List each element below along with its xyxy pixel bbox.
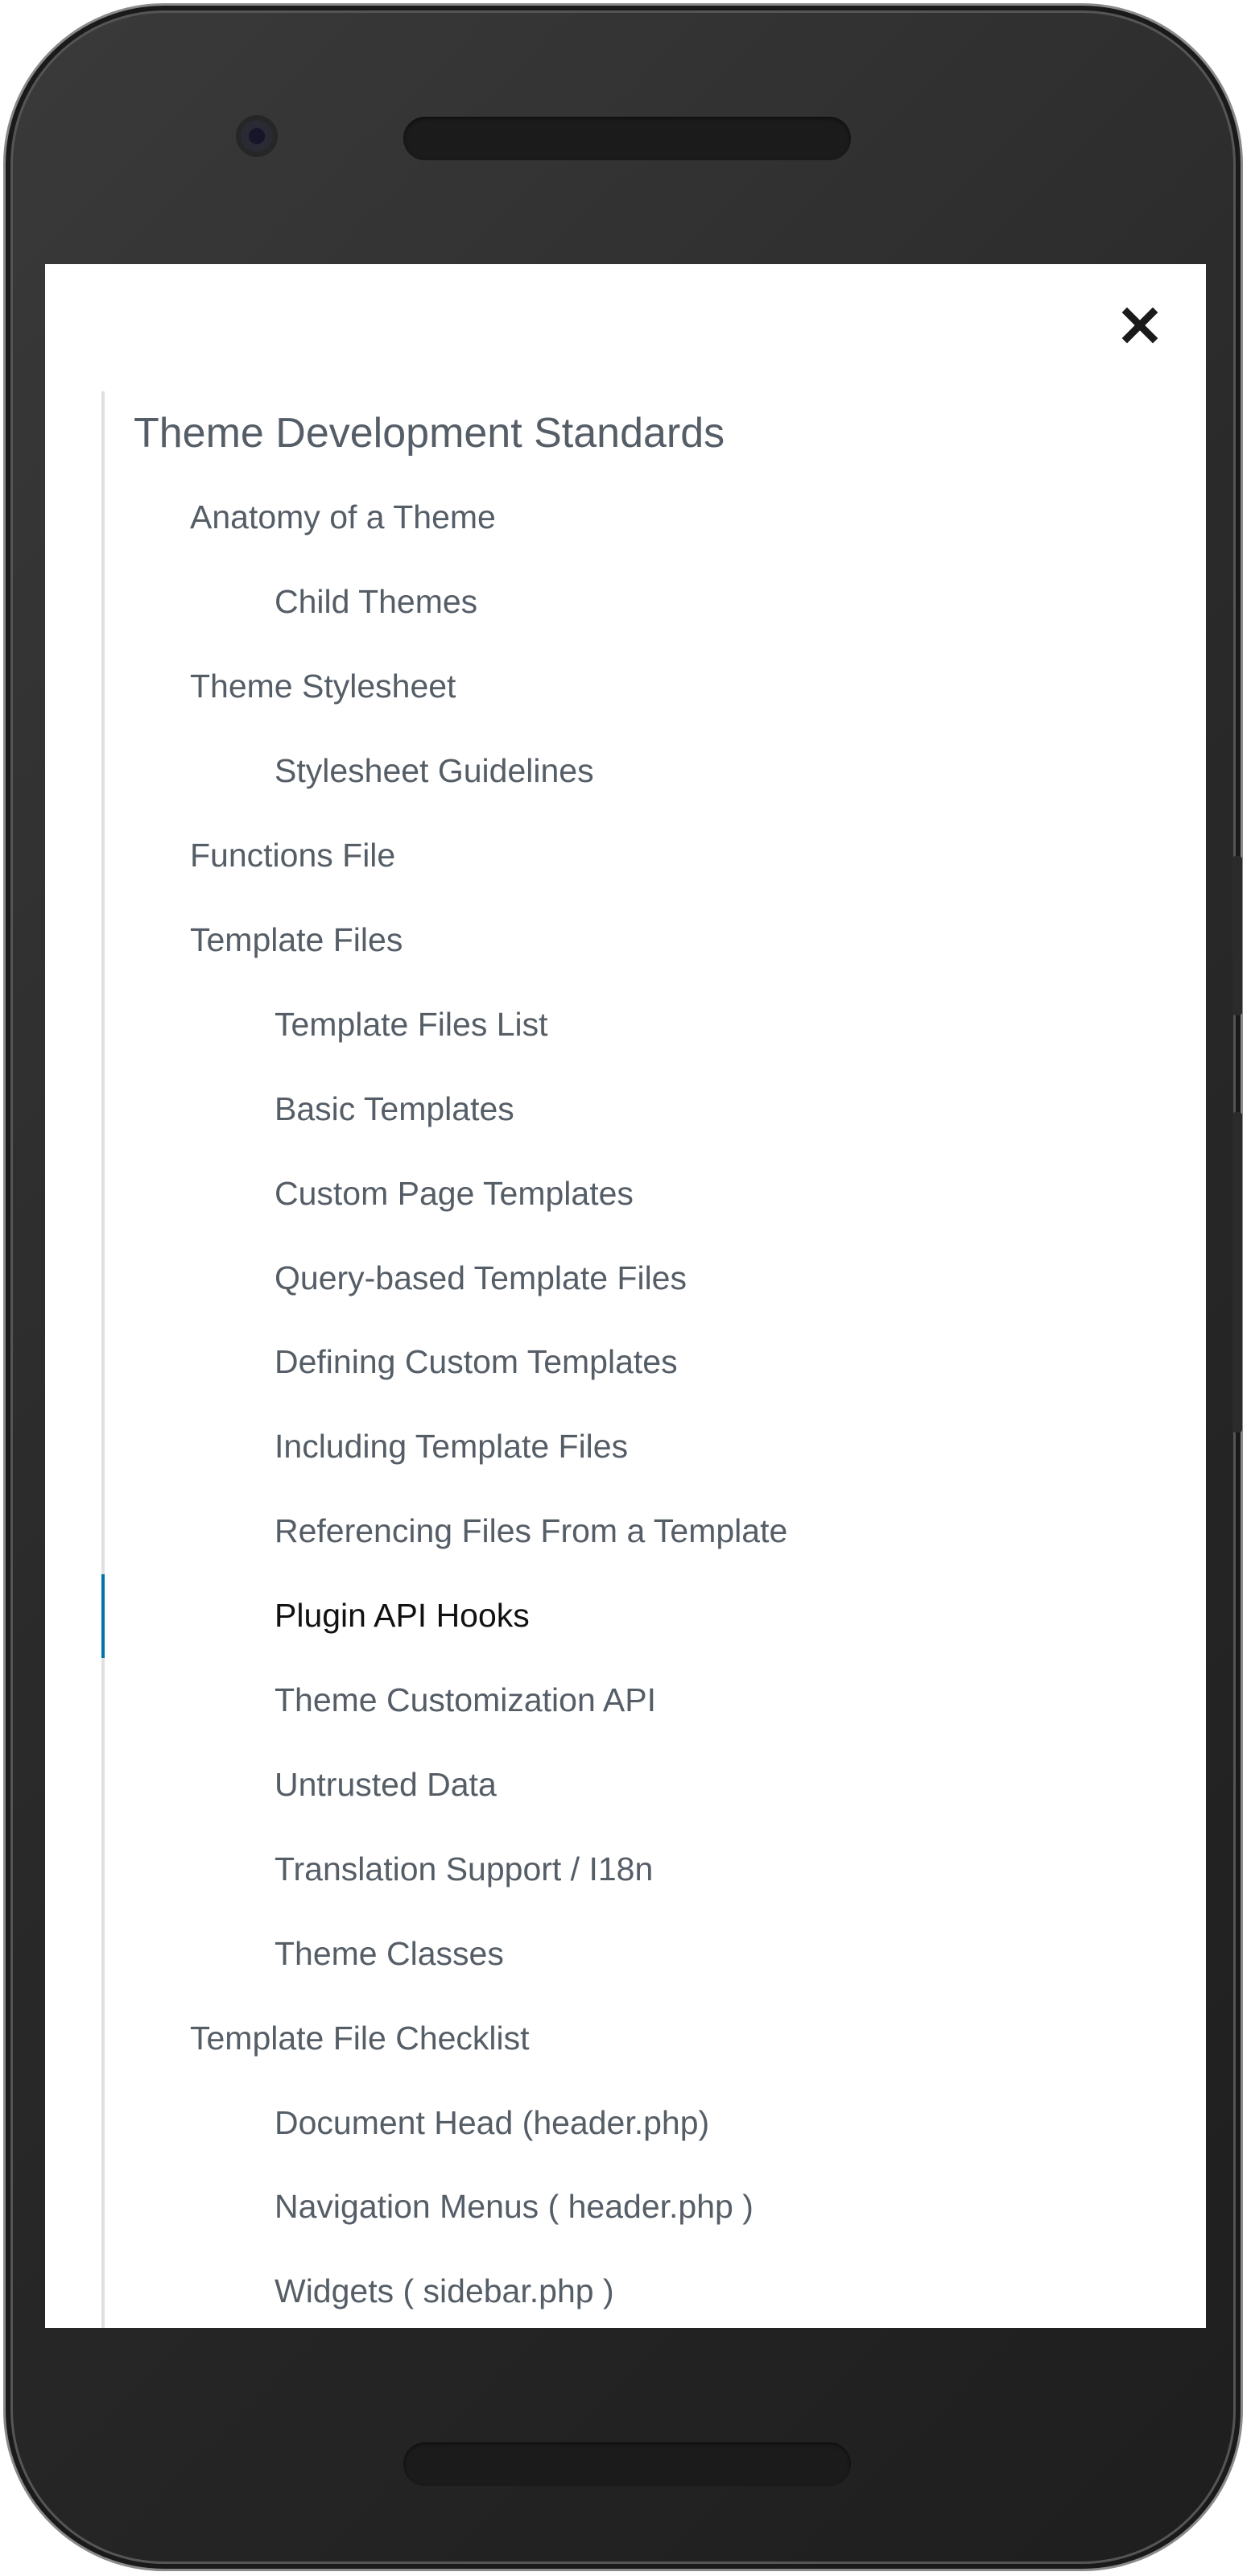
toc-link[interactable]: Widgets ( sidebar.php ) [105,2250,1151,2328]
toc-link[interactable]: Referencing Files From a Template [105,1490,1151,1573]
toc-link[interactable]: Functions File [105,814,1151,898]
power-button [1232,1112,1242,1433]
toc-link[interactable]: Theme Development Standards [105,391,1151,475]
toc-link[interactable]: Including Template Files [105,1405,1151,1489]
front-camera [241,120,273,152]
earpiece-speaker [403,117,851,160]
toc-link[interactable]: Child Themes [105,560,1151,644]
toc-link[interactable]: Navigation Menus ( header.php ) [105,2165,1151,2249]
toc-link[interactable]: Theme Stylesheet [105,645,1151,729]
bottom-speaker [403,2442,851,2486]
toc-link[interactable]: Untrusted Data [105,1743,1151,1826]
toc-link[interactable]: Stylesheet Guidelines [105,730,1151,813]
toc-link[interactable]: Template Files [105,898,1151,982]
toc-link[interactable]: Template Files List [105,982,1151,1066]
close-button[interactable] [1119,304,1161,346]
toc-link[interactable]: Anatomy of a Theme [105,476,1151,560]
close-icon [1121,307,1158,344]
toc-link[interactable]: Basic Templates [105,1067,1151,1151]
table-of-contents: Theme Development Standards Anatomy of a … [101,391,1151,2328]
toc-link[interactable]: Template File Checklist [105,1996,1151,2080]
toc-link[interactable]: Translation Support / I18n [105,1827,1151,1911]
volume-button [1232,856,1242,1015]
toc-link[interactable]: Query-based Template Files [105,1236,1151,1320]
toc-link[interactable]: Theme Customization API [105,1659,1151,1743]
toc-link[interactable]: Custom Page Templates [105,1152,1151,1235]
toc-link-active[interactable]: Plugin API Hooks [101,1573,1151,1658]
toc-link[interactable]: Theme Classes [105,1912,1151,1995]
toc-link[interactable]: Defining Custom Templates [105,1321,1151,1404]
toc-panel: Theme Development Standards Anatomy of a … [45,264,1206,2328]
toc-link[interactable]: Document Head (header.php) [105,2081,1151,2165]
